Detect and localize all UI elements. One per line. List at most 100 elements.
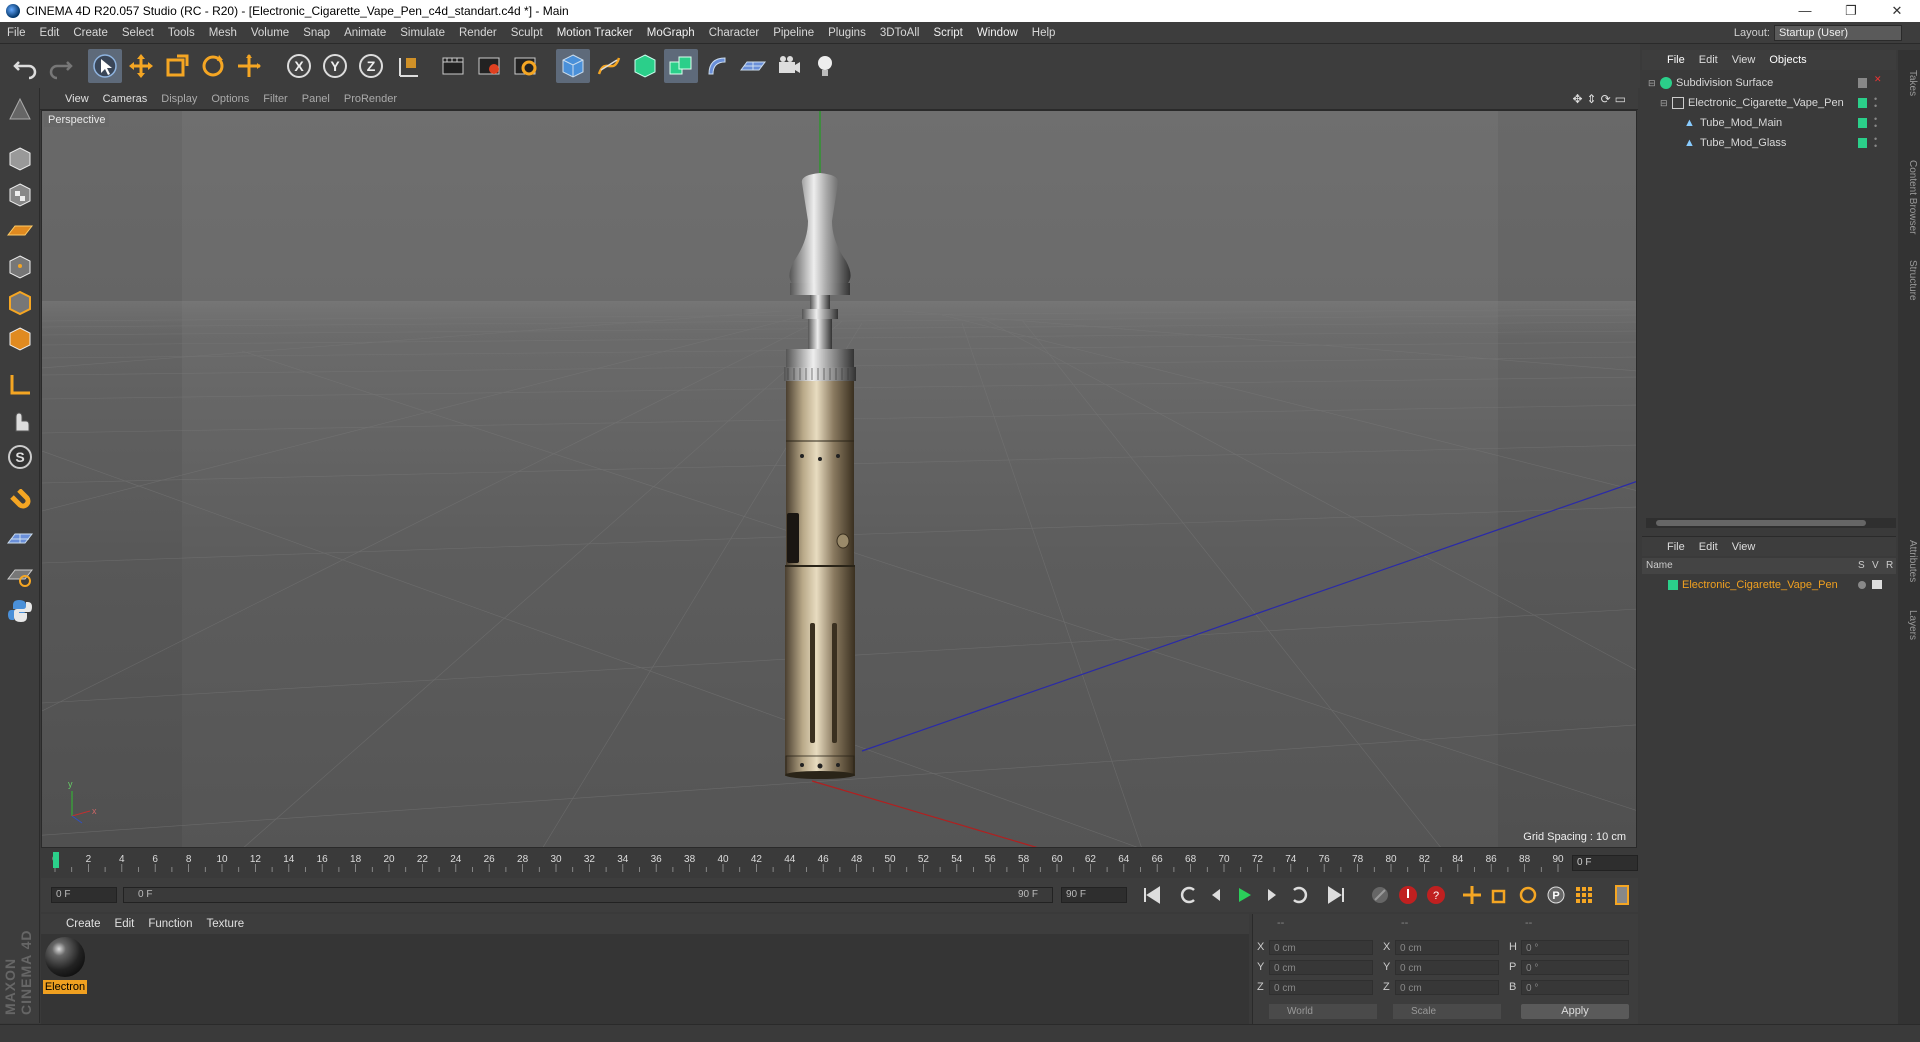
key-scale-icon[interactable] <box>1487 882 1513 908</box>
workplane-mode-icon[interactable] <box>3 214 37 248</box>
go-to-end-icon[interactable] <box>1323 882 1349 908</box>
material-menu-texture[interactable]: Texture <box>199 918 251 930</box>
menu-tools[interactable]: Tools <box>161 27 202 39</box>
menu-3dtoall[interactable]: 3DToAll <box>873 27 927 39</box>
edges-mode-icon[interactable] <box>3 286 37 320</box>
next-key-icon[interactable] <box>1287 882 1313 908</box>
tree-item-tube-mod-glass[interactable]: ▲ Tube_Mod_Glass • • <box>1642 134 1896 152</box>
key-rotation-icon[interactable] <box>1515 882 1541 908</box>
viewport-menu-cameras[interactable]: Cameras <box>96 93 155 105</box>
undo-icon[interactable] <box>8 49 42 83</box>
pos-x-field[interactable]: 0 cm <box>1269 940 1373 955</box>
menu-edit[interactable]: Edit <box>33 27 67 39</box>
material-preview[interactable] <box>45 937 85 977</box>
menu-volume[interactable]: Volume <box>244 27 296 39</box>
viewport-menu-view[interactable]: View <box>58 93 96 105</box>
pos-z-field[interactable]: 0 cm <box>1269 980 1373 995</box>
visibility-dots[interactable]: • • <box>1874 115 1877 131</box>
start-frame-field[interactable]: 0 F <box>51 887 117 903</box>
x-axis-icon[interactable]: X <box>282 49 316 83</box>
menu-simulate[interactable]: Simulate <box>393 27 452 39</box>
transform-icon[interactable] <box>232 49 266 83</box>
close-button[interactable]: ✕ <box>1874 0 1920 22</box>
floor-icon[interactable] <box>736 49 770 83</box>
deformer-icon[interactable] <box>700 49 734 83</box>
axis-mode-icon[interactable] <box>3 368 37 402</box>
python-icon[interactable] <box>3 594 37 628</box>
deactivated-icon[interactable]: ✕ <box>1874 75 1882 84</box>
om-menu-view[interactable]: View <box>1725 54 1763 66</box>
tab-attributes[interactable]: Attributes <box>1900 540 1918 582</box>
size-mode-dropdown[interactable]: Scale <box>1393 1004 1501 1019</box>
menu-plugins[interactable]: Plugins <box>821 27 873 39</box>
collapse-icon[interactable]: ⊟ <box>1648 77 1660 89</box>
menu-snap[interactable]: Snap <box>296 27 337 39</box>
size-y-field[interactable]: 0 cm <box>1395 960 1499 975</box>
camera-icon[interactable] <box>772 49 806 83</box>
viewport-menu-options[interactable]: Options <box>204 93 256 105</box>
visibility-dots[interactable]: • • <box>1874 95 1877 111</box>
viewport-toggle-layout-icon[interactable]: ▭ <box>1615 92 1626 106</box>
object-manager-scrollbar[interactable] <box>1646 518 1896 528</box>
menu-mograph[interactable]: MoGraph <box>640 27 702 39</box>
collapse-icon[interactable]: ⊟ <box>1660 97 1672 109</box>
scrollbar-thumb[interactable] <box>1656 520 1866 526</box>
menu-create[interactable]: Create <box>66 27 115 39</box>
viewport-rotate-icon[interactable]: ⟳ <box>1601 92 1611 106</box>
om-menu-edit[interactable]: Edit <box>1692 54 1725 66</box>
subdivision-icon[interactable] <box>628 49 662 83</box>
perspective-viewport[interactable]: y x Perspective Grid Spacing : 10 cm <box>41 110 1637 848</box>
snap-icon[interactable]: S <box>3 440 37 474</box>
light-icon[interactable] <box>808 49 842 83</box>
lm-menu-edit[interactable]: Edit <box>1692 541 1725 553</box>
menu-mesh[interactable]: Mesh <box>202 27 244 39</box>
material-menu-edit[interactable]: Edit <box>108 918 142 930</box>
lm-menu-view[interactable]: View <box>1725 541 1763 553</box>
scale-icon[interactable] <box>160 49 194 83</box>
layer-row[interactable]: Electronic_Cigarette_Vape_Pen <box>1642 576 1896 594</box>
end-frame-field[interactable]: 90 F <box>1061 887 1127 903</box>
tab-layers[interactable]: Layers <box>1900 610 1918 640</box>
render-picture-viewer-icon[interactable] <box>472 49 506 83</box>
menu-window[interactable]: Window <box>970 27 1025 39</box>
magnet-icon[interactable] <box>3 486 37 520</box>
viewport-menu-display[interactable]: Display <box>154 93 204 105</box>
edit-render-settings-icon[interactable] <box>508 49 542 83</box>
pos-y-field[interactable]: 0 cm <box>1269 960 1373 975</box>
z-axis-icon[interactable]: Z <box>354 49 388 83</box>
redo-icon[interactable] <box>44 49 78 83</box>
layout-dropdown[interactable]: Startup (User) <box>1774 25 1902 41</box>
key-position-icon[interactable] <box>1459 882 1485 908</box>
previous-frame-icon[interactable] <box>1203 882 1229 908</box>
next-frame-icon[interactable] <box>1259 882 1285 908</box>
previous-key-icon[interactable] <box>1175 882 1201 908</box>
lm-menu-file[interactable]: File <box>1660 541 1692 553</box>
menu-character[interactable]: Character <box>702 27 767 39</box>
coordinate-system-icon[interactable] <box>392 49 426 83</box>
viewport-dolly-icon[interactable]: ⇕ <box>1587 92 1597 106</box>
layer-color-swatch[interactable] <box>1668 580 1678 590</box>
render-view-icon[interactable] <box>436 49 470 83</box>
layer-color-tag[interactable] <box>1858 118 1867 128</box>
coordinate-space-dropdown[interactable]: World <box>1269 1004 1377 1019</box>
menu-motion-tracker[interactable]: Motion Tracker <box>550 27 640 39</box>
rot-b-field[interactable]: 0 ° <box>1521 980 1629 995</box>
menu-select[interactable]: Select <box>115 27 161 39</box>
menu-help[interactable]: Help <box>1025 27 1063 39</box>
menu-script[interactable]: Script <box>926 27 969 39</box>
key-parameter-icon[interactable]: P <box>1543 882 1569 908</box>
rotate-icon[interactable] <box>196 49 230 83</box>
viewport-menu-filter[interactable]: Filter <box>256 93 294 105</box>
layer-name[interactable]: Electronic_Cigarette_Vape_Pen <box>1682 576 1838 594</box>
visibility-tag[interactable] <box>1858 78 1867 88</box>
points-mode-icon[interactable] <box>3 250 37 284</box>
om-menu-objects[interactable]: Objects <box>1762 54 1813 66</box>
material-name-label[interactable]: Electron <box>43 980 87 994</box>
tab-structure[interactable]: Structure <box>1900 260 1918 301</box>
polygons-mode-icon[interactable] <box>3 322 37 356</box>
solo-toggle-icon[interactable] <box>1858 581 1866 589</box>
menu-sculpt[interactable]: Sculpt <box>504 27 550 39</box>
move-icon[interactable] <box>124 49 158 83</box>
menu-animate[interactable]: Animate <box>337 27 393 39</box>
playhead-marker[interactable] <box>53 852 59 868</box>
